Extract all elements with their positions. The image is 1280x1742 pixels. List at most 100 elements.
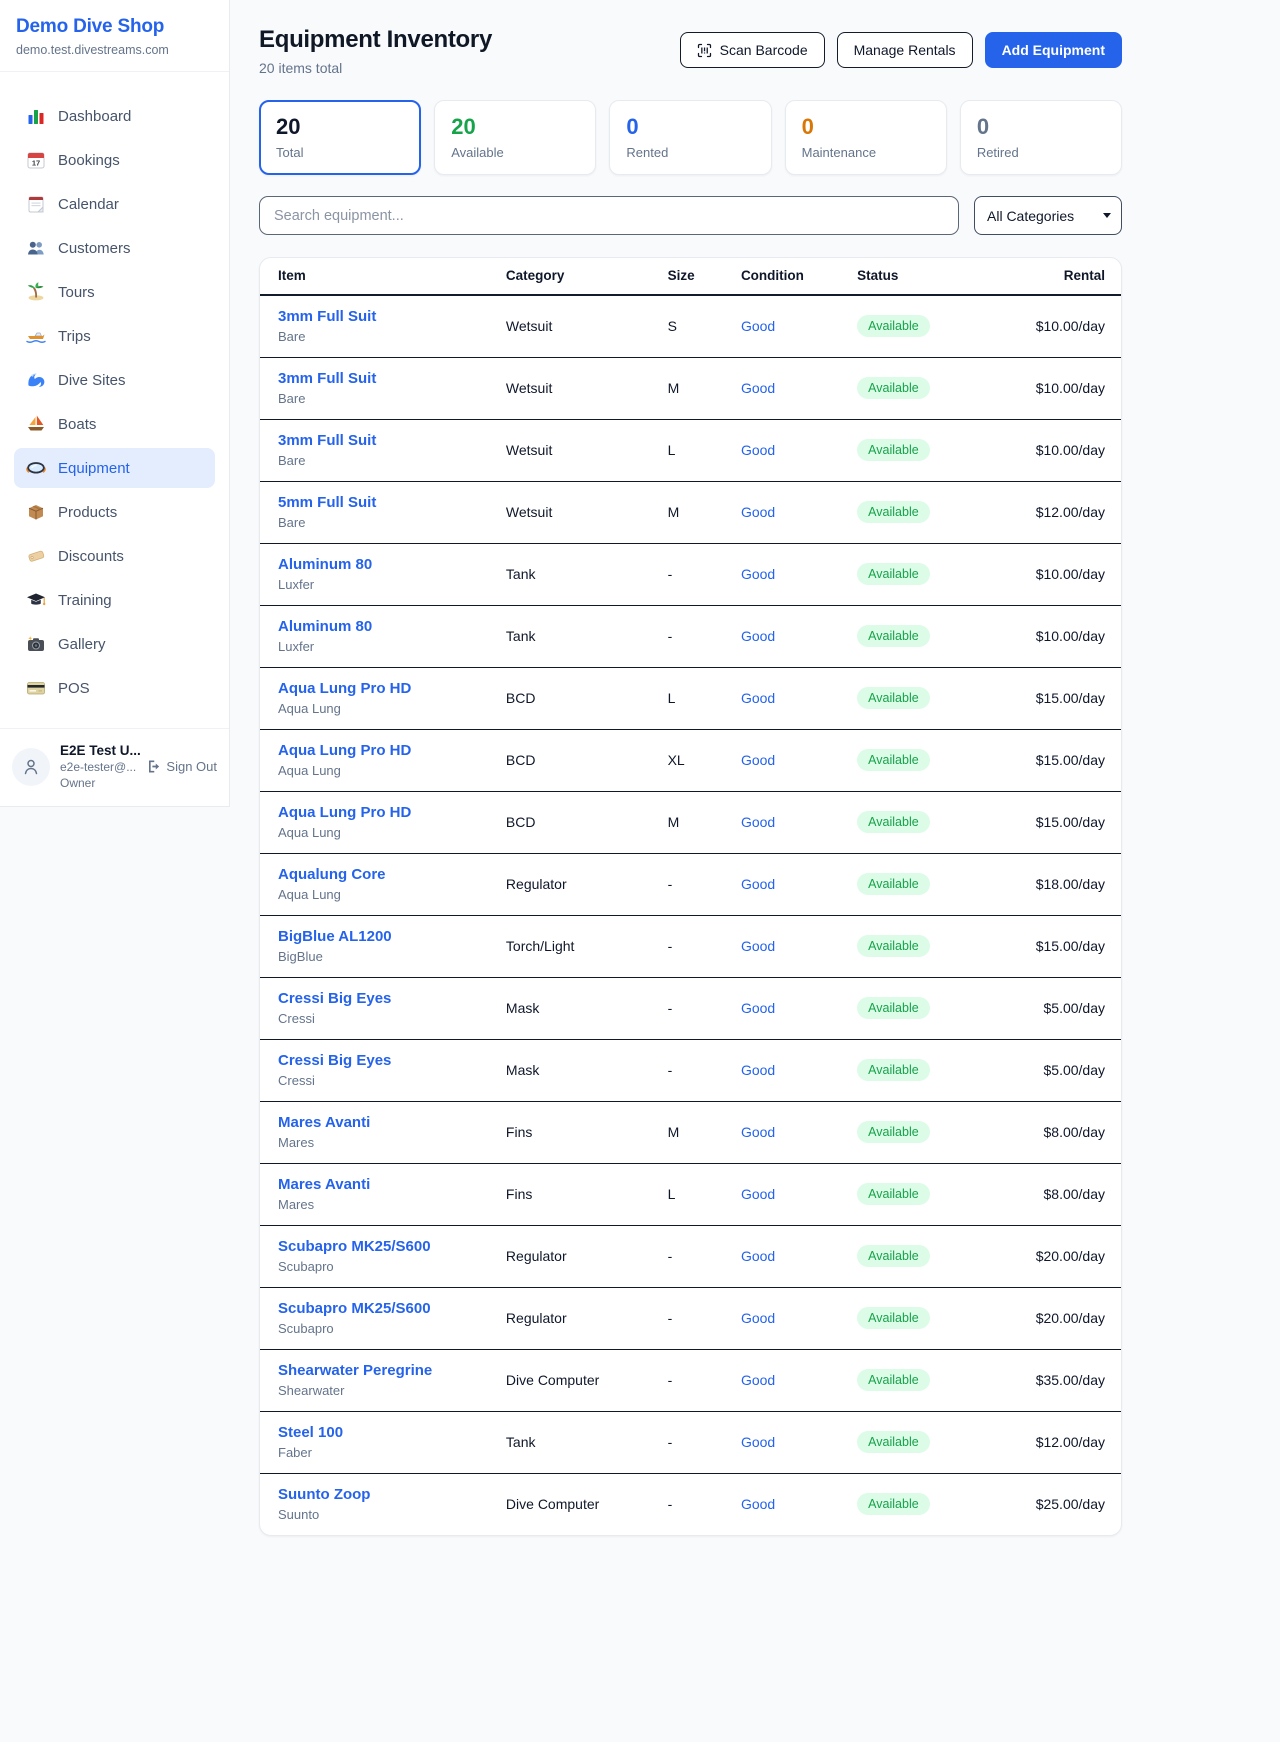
category-select[interactable]: All Categories bbox=[974, 196, 1122, 235]
sidebar-item-calendar[interactable]: Calendar bbox=[14, 184, 215, 224]
cell-condition-link[interactable]: Good bbox=[741, 1288, 857, 1350]
status-badge: Available bbox=[857, 377, 930, 399]
stat-card-retired[interactable]: 0Retired bbox=[960, 100, 1122, 175]
cell-condition-link[interactable]: Good bbox=[741, 358, 857, 420]
cell-condition-link[interactable]: Good bbox=[741, 730, 857, 792]
table-row[interactable]: Shearwater PeregrineShearwaterDive Compu… bbox=[260, 1350, 1121, 1412]
cell-item: Aqua Lung Pro HDAqua Lung bbox=[260, 668, 506, 730]
item-name-link[interactable]: Shearwater Peregrine bbox=[278, 1362, 506, 1379]
sidebar-item-pos[interactable]: POS bbox=[14, 668, 215, 708]
cell-condition-link[interactable]: Good bbox=[741, 1164, 857, 1226]
cell-condition-link[interactable]: Good bbox=[741, 978, 857, 1040]
page-header: Equipment Inventory 20 items total bbox=[259, 26, 1122, 76]
item-name-link[interactable]: Cressi Big Eyes bbox=[278, 990, 506, 1007]
sidebar-item-training[interactable]: Training bbox=[14, 580, 215, 620]
sign-out-button[interactable]: Sign Out bbox=[146, 759, 217, 774]
cell-size: - bbox=[668, 544, 741, 606]
sidebar-item-boats[interactable]: Boats bbox=[14, 404, 215, 444]
item-name-link[interactable]: Mares Avanti bbox=[278, 1114, 506, 1131]
cell-condition-link[interactable]: Good bbox=[741, 1102, 857, 1164]
table-row[interactable]: BigBlue AL1200BigBlueTorch/Light-GoodAva… bbox=[260, 916, 1121, 978]
item-brand: Aqua Lung bbox=[278, 825, 506, 840]
sidebar-item-tours[interactable]: Tours bbox=[14, 272, 215, 312]
item-name-link[interactable]: 3mm Full Suit bbox=[278, 370, 506, 387]
cell-condition-link[interactable]: Good bbox=[741, 668, 857, 730]
table-row[interactable]: Mares AvantiMaresFinsLGoodAvailable$8.00… bbox=[260, 1164, 1121, 1226]
item-name-link[interactable]: Aluminum 80 bbox=[278, 618, 506, 635]
table-row[interactable]: Cressi Big EyesCressiMask-GoodAvailable$… bbox=[260, 1040, 1121, 1102]
table-row[interactable]: Mares AvantiMaresFinsMGoodAvailable$8.00… bbox=[260, 1102, 1121, 1164]
item-name-link[interactable]: Steel 100 bbox=[278, 1424, 506, 1441]
item-name-link[interactable]: Scubapro MK25/S600 bbox=[278, 1238, 506, 1255]
cell-condition-link[interactable]: Good bbox=[741, 482, 857, 544]
sidebar-item-equipment[interactable]: Equipment bbox=[14, 448, 215, 488]
table-row[interactable]: Aluminum 80LuxferTank-GoodAvailable$10.0… bbox=[260, 544, 1121, 606]
sidebar-item-discounts[interactable]: Discounts bbox=[14, 536, 215, 576]
cell-condition-link[interactable]: Good bbox=[741, 544, 857, 606]
manage-rentals-button[interactable]: Manage Rentals bbox=[837, 32, 973, 68]
cell-condition-link[interactable]: Good bbox=[741, 420, 857, 482]
table-row[interactable]: Aqua Lung Pro HDAqua LungBCDXLGoodAvaila… bbox=[260, 730, 1121, 792]
cell-condition-link[interactable]: Good bbox=[741, 295, 857, 358]
header-actions: Scan Barcode Manage Rentals Add Equipmen… bbox=[680, 32, 1122, 68]
cell-category: Wetsuit bbox=[506, 295, 668, 358]
item-name-link[interactable]: Aqua Lung Pro HD bbox=[278, 742, 506, 759]
item-name-link[interactable]: 3mm Full Suit bbox=[278, 432, 506, 449]
stat-card-available[interactable]: 20Available bbox=[434, 100, 596, 175]
table-row[interactable]: Suunto ZoopSuuntoDive Computer-GoodAvail… bbox=[260, 1474, 1121, 1536]
table-row[interactable]: Aqualung CoreAqua LungRegulator-GoodAvai… bbox=[260, 854, 1121, 916]
item-name-link[interactable]: BigBlue AL1200 bbox=[278, 928, 506, 945]
sidebar-item-products[interactable]: Products bbox=[14, 492, 215, 532]
table-row[interactable]: Aqua Lung Pro HDAqua LungBCDLGoodAvailab… bbox=[260, 668, 1121, 730]
stat-card-total[interactable]: 20Total bbox=[259, 100, 421, 175]
cell-condition-link[interactable]: Good bbox=[741, 1350, 857, 1412]
table-row[interactable]: Scubapro MK25/S600ScubaproRegulator-Good… bbox=[260, 1288, 1121, 1350]
table-row[interactable]: Aqua Lung Pro HDAqua LungBCDMGoodAvailab… bbox=[260, 792, 1121, 854]
stat-card-rented[interactable]: 0Rented bbox=[609, 100, 771, 175]
sidebar-item-gallery[interactable]: Gallery bbox=[14, 624, 215, 664]
table-row[interactable]: 3mm Full SuitBareWetsuitLGoodAvailable$1… bbox=[260, 420, 1121, 482]
cell-size: - bbox=[668, 978, 741, 1040]
search-input[interactable] bbox=[259, 196, 959, 235]
table-row[interactable]: Scubapro MK25/S600ScubaproRegulator-Good… bbox=[260, 1226, 1121, 1288]
sidebar-item-bookings[interactable]: 17Bookings bbox=[14, 140, 215, 180]
cell-condition-link[interactable]: Good bbox=[741, 606, 857, 668]
cell-category: BCD bbox=[506, 730, 668, 792]
sidebar-item-customers[interactable]: Customers bbox=[14, 228, 215, 268]
cell-condition-link[interactable]: Good bbox=[741, 916, 857, 978]
item-name-link[interactable]: Aqualung Core bbox=[278, 866, 506, 883]
sidebar-item-dashboard[interactable]: Dashboard bbox=[14, 96, 215, 136]
cell-condition-link[interactable]: Good bbox=[741, 1040, 857, 1102]
item-name-link[interactable]: 3mm Full Suit bbox=[278, 308, 506, 325]
add-equipment-button[interactable]: Add Equipment bbox=[985, 32, 1122, 68]
item-name-link[interactable]: Aqua Lung Pro HD bbox=[278, 804, 506, 821]
sidebar-item-dive-sites[interactable]: Dive Sites bbox=[14, 360, 215, 400]
item-name-link[interactable]: Scubapro MK25/S600 bbox=[278, 1300, 506, 1317]
item-name-link[interactable]: Suunto Zoop bbox=[278, 1486, 506, 1503]
cell-size: M bbox=[668, 358, 741, 420]
stat-card-maintenance[interactable]: 0Maintenance bbox=[785, 100, 947, 175]
item-brand: Luxfer bbox=[278, 577, 506, 592]
table-row[interactable]: 3mm Full SuitBareWetsuitSGoodAvailable$1… bbox=[260, 295, 1121, 358]
table-row[interactable]: 3mm Full SuitBareWetsuitMGoodAvailable$1… bbox=[260, 358, 1121, 420]
cell-size: - bbox=[668, 1474, 741, 1536]
cell-condition-link[interactable]: Good bbox=[741, 792, 857, 854]
item-name-link[interactable]: Cressi Big Eyes bbox=[278, 1052, 506, 1069]
item-name-link[interactable]: Aqua Lung Pro HD bbox=[278, 680, 506, 697]
table-row[interactable]: Cressi Big EyesCressiMask-GoodAvailable$… bbox=[260, 978, 1121, 1040]
cell-condition-link[interactable]: Good bbox=[741, 1412, 857, 1474]
sidebar-item-label: Discounts bbox=[58, 548, 124, 565]
scan-barcode-button[interactable]: Scan Barcode bbox=[680, 32, 825, 68]
cell-status: Available bbox=[857, 1040, 1036, 1102]
sidebar-item-trips[interactable]: Trips bbox=[14, 316, 215, 356]
table-row[interactable]: 5mm Full SuitBareWetsuitMGoodAvailable$1… bbox=[260, 482, 1121, 544]
table-row[interactable]: Aluminum 80LuxferTank-GoodAvailable$10.0… bbox=[260, 606, 1121, 668]
table-row[interactable]: Steel 100FaberTank-GoodAvailable$12.00/d… bbox=[260, 1412, 1121, 1474]
item-name-link[interactable]: Aluminum 80 bbox=[278, 556, 506, 573]
status-badge: Available bbox=[857, 687, 930, 709]
item-name-link[interactable]: Mares Avanti bbox=[278, 1176, 506, 1193]
item-name-link[interactable]: 5mm Full Suit bbox=[278, 494, 506, 511]
cell-condition-link[interactable]: Good bbox=[741, 854, 857, 916]
cell-condition-link[interactable]: Good bbox=[741, 1474, 857, 1536]
cell-condition-link[interactable]: Good bbox=[741, 1226, 857, 1288]
